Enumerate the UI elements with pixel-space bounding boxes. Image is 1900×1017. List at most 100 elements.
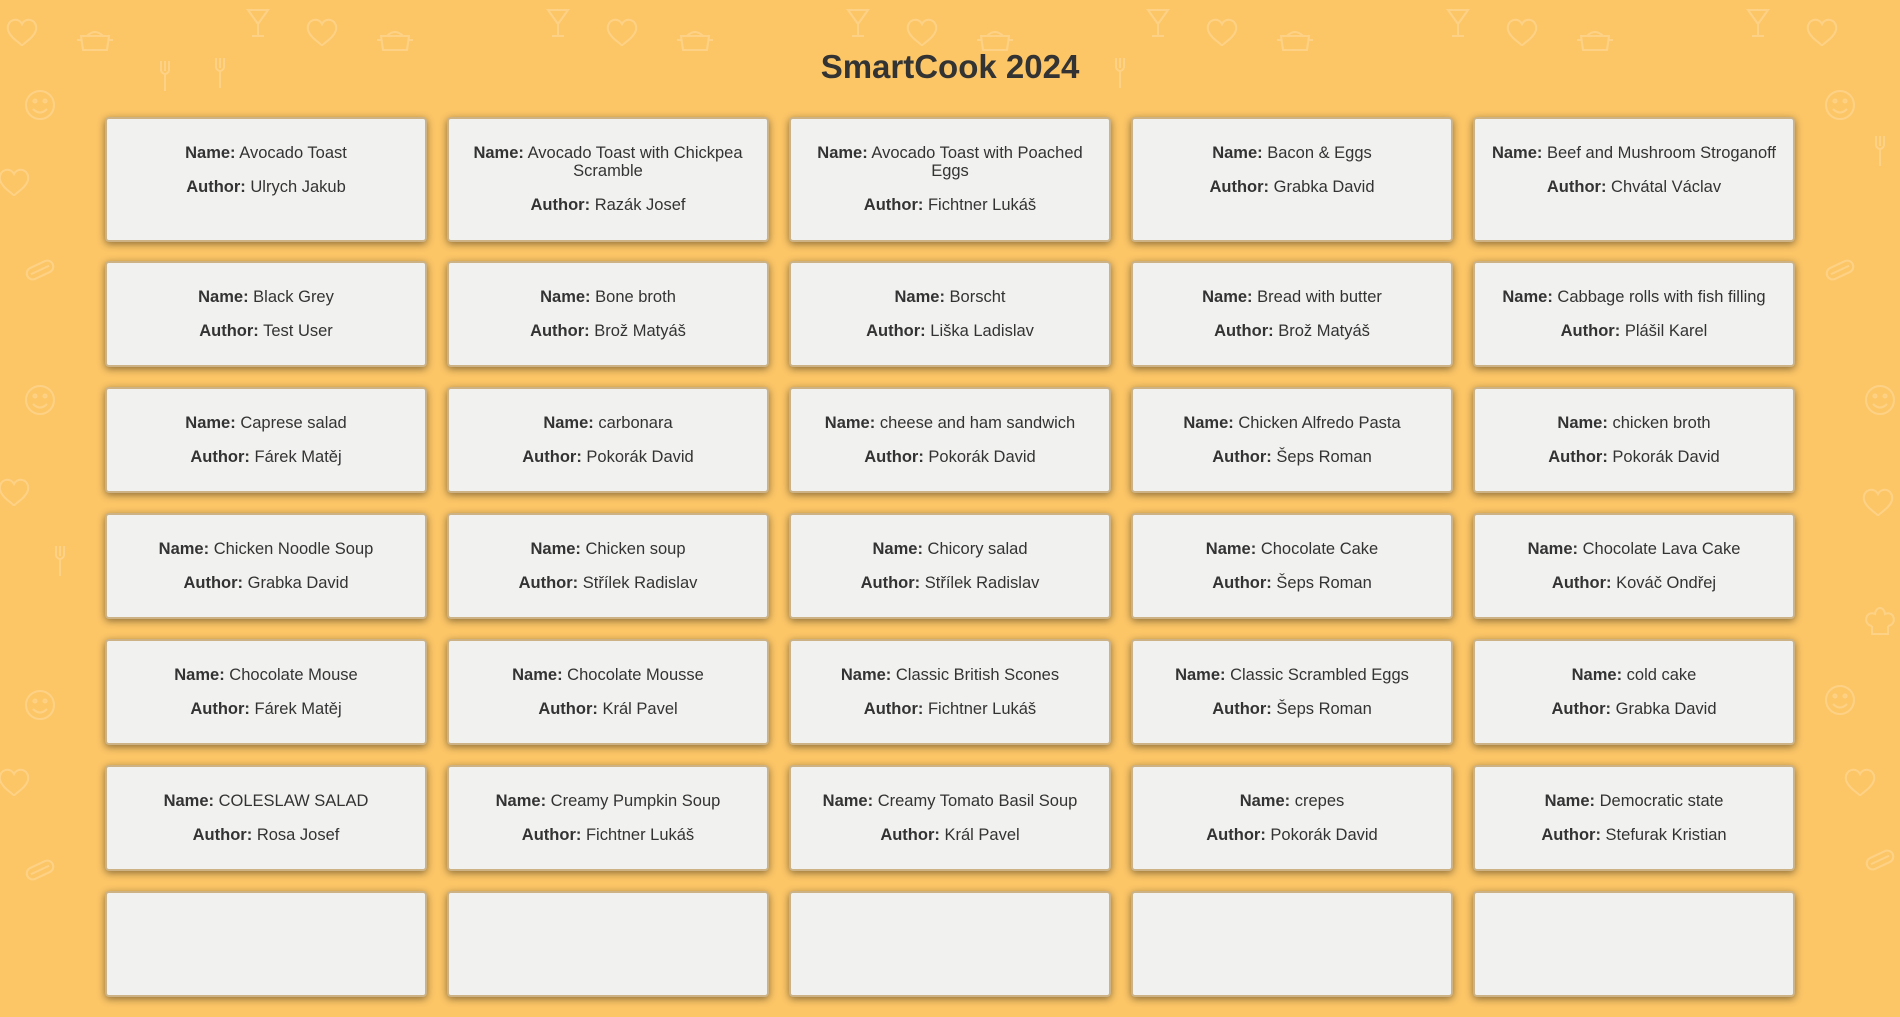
author-label: Author: — [880, 826, 940, 844]
recipe-card[interactable]: Name: carbonara Author: Pokorák David — [447, 387, 769, 493]
recipe-name: Name: Chocolate Mousse — [459, 666, 757, 684]
author-label: Author: — [866, 322, 926, 340]
author-label: Author: — [1214, 322, 1274, 340]
name-label: Name: — [894, 288, 945, 306]
name-label: Name: — [1175, 666, 1226, 684]
recipe-card[interactable]: Name: Creamy Pumpkin Soup Author: Fichtn… — [447, 765, 769, 871]
author-label: Author: — [1548, 448, 1608, 466]
recipe-author-value: Král Pavel — [602, 700, 678, 718]
recipe-card[interactable]: Name: Creamy Tomato Basil Soup Author: K… — [789, 765, 1111, 871]
recipe-card[interactable]: Name: Caprese salad Author: Fárek Matěj — [105, 387, 427, 493]
author-label: Author: — [860, 574, 921, 592]
recipe-card[interactable]: Name: Avocado Toast with Chickpea Scramb… — [447, 117, 769, 242]
recipe-card[interactable] — [1473, 891, 1795, 997]
recipe-author: Author: Šeps Roman — [1143, 700, 1441, 718]
recipe-card[interactable]: Name: Cabbage rolls with fish filling Au… — [1473, 261, 1795, 367]
recipe-card[interactable]: Name: Chocolate Cake Author: Šeps Roman — [1131, 513, 1453, 619]
recipe-card[interactable] — [105, 891, 427, 997]
recipe-author-value: Grabka David — [247, 574, 349, 592]
name-label: Name: — [1491, 144, 1543, 162]
author-label: Author: — [1546, 178, 1607, 196]
recipe-name: Name: Avocado Toast with Chickpea Scramb… — [459, 144, 757, 180]
recipe-author-value: Grabka David — [1615, 700, 1717, 718]
recipe-name: Name: crepes — [1143, 792, 1441, 810]
recipe-author: Author: Liška Ladislav — [801, 322, 1099, 340]
recipe-name-value: chicken broth — [1612, 414, 1711, 432]
recipe-name-value: Black Grey — [253, 288, 334, 306]
recipe-card[interactable]: Name: Chicken soup Author: Střílek Radis… — [447, 513, 769, 619]
recipe-name: Name: Chicken Noodle Soup — [117, 540, 415, 558]
recipe-card[interactable]: Name: Black Grey Author: Test User — [105, 261, 427, 367]
recipe-card[interactable]: Name: Chicken Noodle Soup Author: Grabka… — [105, 513, 427, 619]
recipe-card[interactable]: Name: Avocado Toast with Poached Eggs Au… — [789, 117, 1111, 242]
recipe-author: Author: Šeps Roman — [1143, 448, 1441, 466]
author-label: Author: — [192, 826, 253, 844]
name-label: Name: — [158, 540, 210, 558]
author-label: Author: — [863, 700, 924, 718]
author-label: Author: — [1541, 826, 1601, 844]
recipe-card[interactable]: Name: Classic British Scones Author: Fic… — [789, 639, 1111, 745]
recipe-name-value: crepes — [1294, 792, 1345, 810]
recipe-card[interactable]: Name: Classic Scrambled Eggs Author: Šep… — [1131, 639, 1453, 745]
recipe-name-value: Creamy Pumpkin Soup — [550, 792, 721, 810]
recipe-author: Author: Pokorák David — [459, 448, 757, 466]
author-label: Author: — [186, 178, 246, 196]
recipe-card[interactable]: Name: Bacon & Eggs Author: Grabka David — [1131, 117, 1453, 242]
recipe-name: Name: chicken broth — [1485, 414, 1783, 432]
recipe-author-value: Fárek Matěj — [254, 448, 342, 466]
recipe-author: Author: Kováč Ondřej — [1485, 574, 1783, 592]
recipe-name-value: carbonara — [598, 414, 673, 432]
recipe-name-value: Creamy Tomato Basil Soup — [877, 792, 1078, 810]
author-label: Author: — [183, 574, 244, 592]
name-label: Name: — [1239, 792, 1291, 810]
recipe-card[interactable]: Name: Democratic state Author: Stefurak … — [1473, 765, 1795, 871]
recipe-card[interactable]: Name: Bone broth Author: Brož Matyáš — [447, 261, 769, 367]
author-label: Author: — [521, 826, 582, 844]
recipe-card[interactable]: Name: COLESLAW SALAD Author: Rosa Josef — [105, 765, 427, 871]
recipe-author: Author: Fichtner Lukáš — [459, 826, 757, 844]
name-label: Name: — [824, 414, 876, 432]
recipe-author: Author: Fárek Matěj — [117, 448, 415, 466]
recipe-card[interactable]: Name: Avocado Toast Author: Ulrych Jakub — [105, 117, 427, 242]
recipe-author: Author: Fichtner Lukáš — [801, 700, 1099, 718]
recipe-name: Name: Classic Scrambled Eggs — [1143, 666, 1441, 684]
recipe-author: Author: Fichtner Lukáš — [801, 196, 1099, 214]
author-label: Author: — [518, 574, 579, 592]
recipe-author-value: Kováč Ondřej — [1616, 574, 1717, 592]
recipe-card[interactable] — [1131, 891, 1453, 997]
recipe-card[interactable]: Name: Bread with butter Author: Brož Mat… — [1131, 261, 1453, 367]
recipe-author-value: Liška Ladislav — [930, 322, 1034, 340]
author-label: Author: — [522, 448, 582, 466]
author-label: Author: — [864, 448, 924, 466]
recipe-author-value: Šeps Roman — [1276, 700, 1372, 718]
name-label: Name: — [1212, 144, 1263, 162]
recipe-author-value: Fárek Matěj — [254, 700, 342, 718]
recipe-name: Name: Chicken soup — [459, 540, 757, 558]
recipe-card[interactable]: Name: Chocolate Mouse Author: Fárek Matě… — [105, 639, 427, 745]
name-label: Name: — [1502, 288, 1553, 306]
recipe-author: Author: Šeps Roman — [1143, 574, 1441, 592]
recipe-card[interactable]: Name: Beef and Mushroom Stroganoff Autho… — [1473, 117, 1795, 242]
recipe-name: Name: carbonara — [459, 414, 757, 432]
recipe-author-value: Pokorák David — [1270, 826, 1378, 844]
recipe-author-value: Stefurak Kristian — [1605, 826, 1727, 844]
recipe-card[interactable]: Name: Chocolate Mousse Author: Král Pave… — [447, 639, 769, 745]
recipe-card[interactable]: Name: crepes Author: Pokorák David — [1131, 765, 1453, 871]
recipe-name-value: Chicken soup — [585, 540, 686, 558]
recipe-card[interactable]: Name: cheese and ham sandwich Author: Po… — [789, 387, 1111, 493]
recipe-card[interactable]: Name: Chocolate Lava Cake Author: Kováč … — [1473, 513, 1795, 619]
recipe-author: Author: Plášil Karel — [1485, 322, 1783, 340]
recipe-name-value: Chocolate Lava Cake — [1582, 540, 1741, 558]
name-label: Name: — [163, 792, 215, 810]
recipe-card[interactable]: Name: Chicory salad Author: Střílek Radi… — [789, 513, 1111, 619]
recipe-card[interactable]: Name: chicken broth Author: Pokorák Davi… — [1473, 387, 1795, 493]
recipe-card[interactable]: Name: Chicken Alfredo Pasta Author: Šeps… — [1131, 387, 1453, 493]
recipe-card[interactable] — [789, 891, 1111, 997]
recipe-card[interactable]: Name: Borscht Author: Liška Ladislav — [789, 261, 1111, 367]
name-label: Name: — [174, 666, 225, 684]
recipe-card[interactable]: Name: cold cake Author: Grabka David — [1473, 639, 1795, 745]
recipe-card[interactable] — [447, 891, 769, 997]
name-label: Name: — [495, 792, 547, 810]
recipe-author-value: Test User — [263, 322, 333, 340]
recipe-name-value: Bone broth — [595, 288, 676, 306]
